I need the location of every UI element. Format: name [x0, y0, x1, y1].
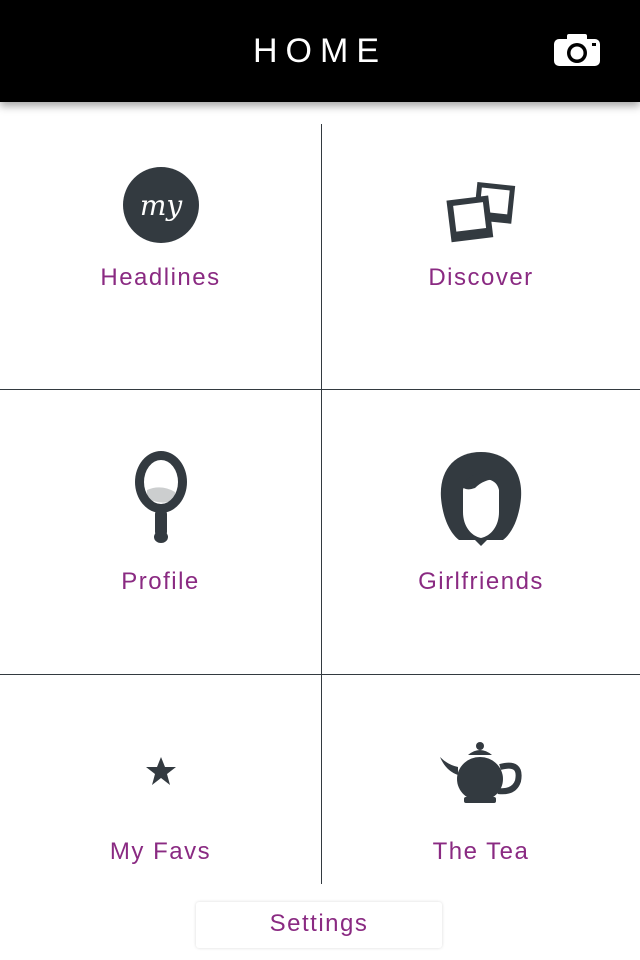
tile-my-favs[interactable]: My Favs	[0, 675, 321, 882]
badge-text: my	[139, 189, 183, 222]
tile-headlines[interactable]: my Headlines	[0, 124, 321, 389]
tile-the-tea[interactable]: The Tea	[322, 675, 640, 882]
tile-girlfriends[interactable]: Girlfriends	[322, 390, 640, 674]
tile-label: My Favs	[109, 838, 212, 865]
tile-profile[interactable]: Profile	[0, 390, 321, 674]
star-icon	[145, 755, 177, 787]
tile-label: Discover	[428, 264, 534, 291]
tile-label: Girlfriends	[418, 568, 544, 595]
tile-label: The Tea	[432, 838, 530, 865]
camera-icon[interactable]	[552, 32, 602, 68]
settings-button[interactable]: Settings	[196, 902, 442, 948]
my-badge-icon: my	[122, 166, 200, 244]
home-menu-grid: my Headlines Discover Profile Girlfriend…	[0, 102, 640, 884]
tile-discover[interactable]: Discover	[322, 124, 640, 389]
girl-silhouette-icon	[435, 450, 527, 546]
page-title: HOME	[253, 32, 387, 70]
hand-mirror-icon	[133, 450, 189, 544]
tile-label: Profile	[121, 568, 200, 595]
photos-icon	[445, 180, 517, 246]
tile-label: Headlines	[100, 264, 221, 291]
teapot-icon	[438, 741, 524, 805]
top-bar: HOME	[0, 0, 640, 102]
